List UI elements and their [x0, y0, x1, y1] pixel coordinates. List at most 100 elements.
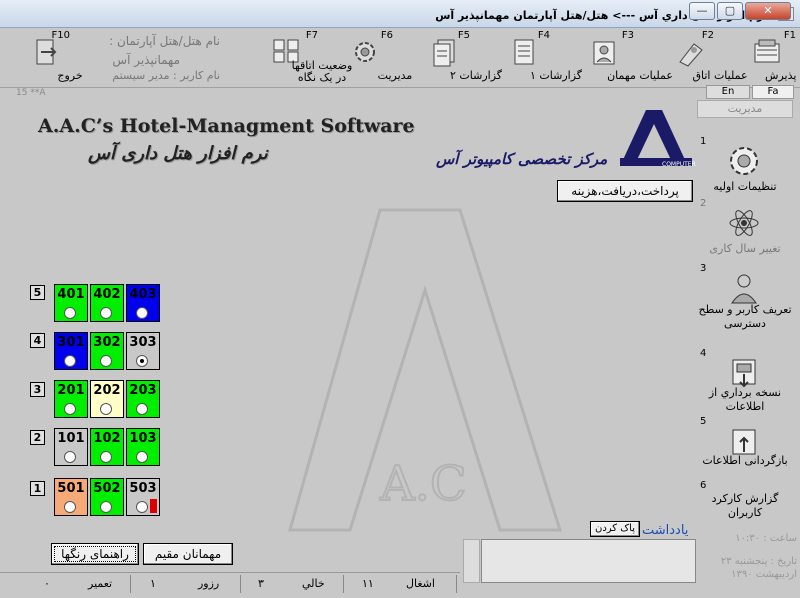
resident-guests-button[interactable]: مهمانان مقیم: [143, 543, 233, 565]
toolbar-label: عملیات اتاق: [692, 69, 748, 82]
toolbar-label: خروج: [57, 69, 83, 82]
room-cell[interactable]: 102: [90, 428, 124, 466]
status-separator: [130, 575, 131, 593]
room-cell[interactable]: 401: [54, 284, 88, 322]
room-radio[interactable]: [64, 451, 76, 463]
hotel-name-label: نام هتل/هتل آپارتمان :: [109, 34, 220, 48]
room-radio[interactable]: [100, 501, 112, 513]
sidebar-item-user-report[interactable]: 6 گزارش کارکرد کاربران: [697, 480, 793, 530]
f6-key-label: F6: [380, 30, 393, 41]
main-toolbar: F1 عملیات پذیرش F2 عملیات اتاق F3 عملیات…: [0, 28, 800, 88]
room-radio[interactable]: [136, 403, 148, 415]
toolbar-exit-button[interactable]: F10 خروج: [20, 28, 83, 86]
room-radio[interactable]: [100, 451, 112, 463]
status-separator: [240, 575, 241, 593]
lang-en-tab[interactable]: En: [706, 85, 750, 99]
item-label: گزارش کارکرد کاربران: [711, 492, 779, 519]
notes-textarea[interactable]: [481, 539, 696, 583]
brand-title-fa: نرم افزار هتل داری آس: [88, 143, 268, 164]
maximize-button[interactable]: ▢: [717, 2, 743, 20]
room-radio[interactable]: [136, 501, 148, 513]
notes-scrollbar[interactable]: [463, 539, 480, 583]
room-cell[interactable]: 101: [54, 428, 88, 466]
item-number: 5: [700, 416, 707, 427]
clear-notes-button[interactable]: پاک کردن: [590, 521, 640, 537]
lang-fa-tab[interactable]: Fa: [752, 85, 794, 99]
room-cell[interactable]: 103: [126, 428, 160, 466]
minimize-button[interactable]: —: [689, 2, 715, 20]
f7-key-label: F7: [305, 30, 318, 41]
exit-icon: [36, 39, 57, 65]
guest-ops-icon: [593, 41, 615, 65]
room-radio[interactable]: [136, 451, 148, 463]
status-repair-label: تعمیر: [88, 577, 113, 590]
room-radio[interactable]: [100, 355, 112, 367]
version-label: 15 **A: [16, 88, 46, 98]
room-number: 203: [129, 383, 157, 398]
room-radio[interactable]: [100, 307, 112, 319]
watermark-logo: A.C: [288, 208, 563, 532]
floor-button[interactable]: 1: [30, 481, 45, 496]
toolbar-label: گزارشات ۱: [529, 69, 583, 82]
room-radio[interactable]: [136, 355, 148, 367]
sidebar-item-restore[interactable]: 5 بازگردانی اطلاعات: [697, 416, 793, 476]
room-cell[interactable]: 203: [126, 380, 160, 418]
room-number: 202: [93, 383, 121, 398]
item-label: تغییر سال کاری: [709, 242, 781, 255]
item-number: 3: [700, 263, 707, 274]
room-number: 302: [93, 335, 121, 350]
svg-text:A.C: A.C: [379, 456, 467, 512]
room-cell[interactable]: 502: [90, 478, 124, 516]
item-label: بازگردانی اطلاعات: [702, 454, 788, 467]
room-radio[interactable]: [136, 307, 148, 319]
sidebar-item-user-access[interactable]: 3 تعریف کاربر و سطح دسترسی: [697, 263, 793, 333]
room-radio[interactable]: [64, 403, 76, 415]
room-cell[interactable]: 202: [90, 380, 124, 418]
f1-key-label: F1: [783, 30, 796, 41]
toolbar-rooms-glance-button[interactable]: F7 وضعیت اتاقها در یک نگاه: [250, 28, 352, 86]
floor-button[interactable]: 4: [30, 333, 45, 348]
room-number: 503: [129, 481, 157, 496]
room-number: 403: [129, 287, 157, 302]
status-separator: [456, 575, 457, 593]
room-cell[interactable]: 303: [126, 332, 160, 370]
close-button[interactable]: ✕: [745, 2, 791, 20]
room-ops-icon: [679, 43, 703, 67]
company-logo: COMPUTER: [620, 110, 696, 168]
current-user: نام کاربر : مدیر سیستم: [112, 69, 220, 82]
room-radio[interactable]: [64, 307, 76, 319]
sidebar-item-initial-settings[interactable]: 1 تنظیمات اولیه: [697, 136, 793, 196]
room-cell[interactable]: 302: [90, 332, 124, 370]
toolbar-label: مدیریت: [377, 69, 413, 82]
room-number: 201: [57, 383, 85, 398]
room-cell[interactable]: 503: [126, 478, 160, 516]
status-vacant-label: خالي: [302, 577, 325, 590]
room-cell[interactable]: 301: [54, 332, 88, 370]
sidebar-item-change-year[interactable]: 2 تغییر سال کاری: [697, 198, 793, 258]
room-number: 401: [57, 287, 85, 302]
toolbar-label: عملیات پذیرش: [765, 69, 800, 82]
floor-button[interactable]: 2: [30, 430, 45, 445]
toolbar-label: وضعیت اتاقها در یک نگاه: [291, 59, 353, 84]
payment-button[interactable]: پرداخت،دریافت،هزینه: [557, 180, 693, 202]
room-cell[interactable]: 403: [126, 284, 160, 322]
management-header: مدیریت: [697, 100, 793, 118]
room-number: 301: [57, 335, 85, 350]
room-number: 402: [93, 287, 121, 302]
datetime-panel: ساعت : ۱۰:۳۰ تاریخ : پنجشنبه ۲۳ اردیبهشت…: [705, 532, 797, 581]
room-cell[interactable]: 201: [54, 380, 88, 418]
status-occupied-value: ۱۱: [362, 577, 374, 590]
floor-button[interactable]: 3: [30, 382, 45, 397]
room-radio[interactable]: [100, 403, 112, 415]
color-guide-button[interactable]: راهنمای رنگها: [51, 543, 139, 565]
sidebar-item-backup[interactable]: 4 نسخه برداري از اطلاعات: [697, 348, 793, 413]
room-radio[interactable]: [64, 501, 76, 513]
status-bar: اشغال ۱۱ خالي ۳ رزور ۱ تعمیر ۰: [0, 572, 460, 594]
room-cell[interactable]: 501: [54, 478, 88, 516]
room-radio[interactable]: [64, 355, 76, 367]
room-cell[interactable]: 402: [90, 284, 124, 322]
item-label: نسخه برداري از اطلاعات: [708, 386, 782, 413]
floor-button[interactable]: 5: [30, 285, 45, 300]
brand-title-en: A.A.C’s Hotel-Managment Software: [38, 115, 415, 137]
room-number: 103: [129, 431, 157, 446]
